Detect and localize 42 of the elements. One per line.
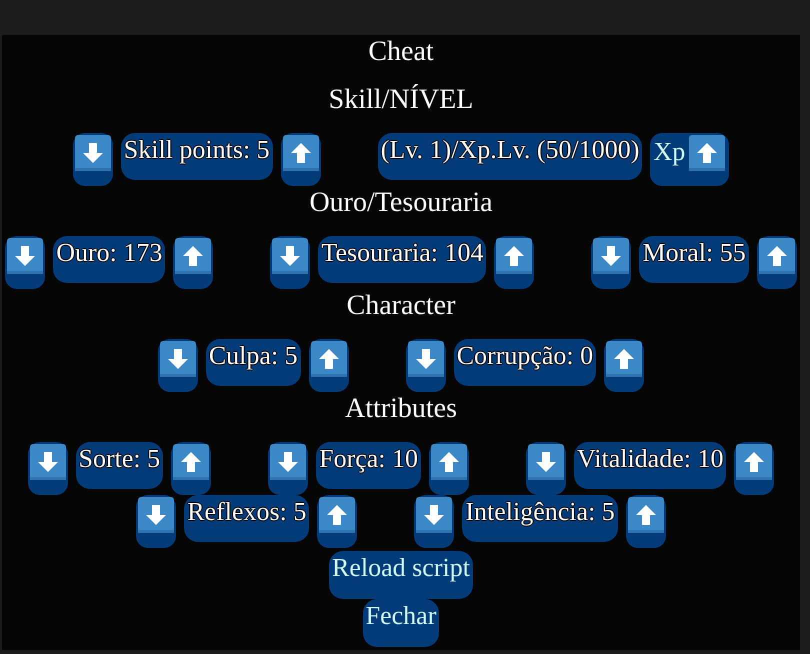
stat-value-label: Força: 10 [316, 442, 422, 489]
decrease-button[interactable] [270, 236, 310, 289]
level-value-label: (Lv. 1)/Xp.Lv. (50/1000) [378, 133, 642, 180]
section-heading: Skill/NÍVEL [328, 83, 474, 117]
decrease-button[interactable] [591, 236, 632, 289]
increase-button[interactable] [734, 442, 774, 495]
decrease-button[interactable] [72, 133, 113, 186]
stat-value-label: Inteligência: 5 [462, 495, 618, 542]
increase-button[interactable] [317, 495, 358, 548]
stat-value-label: Moral: 55 [639, 236, 749, 283]
decrease-button[interactable] [268, 442, 308, 495]
increase-button[interactable] [604, 339, 644, 392]
increase-button[interactable] [171, 442, 212, 495]
section-heading: Attributes [345, 392, 457, 426]
action-button[interactable]: Fechar [362, 599, 440, 647]
dialog-title: Cheat [368, 35, 434, 69]
increase-button[interactable] [429, 442, 470, 495]
stat-value-label: Tesouraria: 104 [318, 236, 486, 283]
section-heading: Character [346, 289, 456, 323]
decrease-button[interactable] [28, 442, 68, 495]
increase-button[interactable] [280, 133, 321, 186]
stat-value-label: Skill points: 5 [120, 133, 273, 180]
xp-button[interactable]: Xp [650, 133, 730, 186]
increase-button[interactable] [308, 339, 349, 392]
stat-value-label: Ouro: 173 [53, 236, 166, 283]
decrease-button[interactable] [158, 339, 198, 392]
action-button[interactable]: Reload script [329, 551, 473, 599]
decrease-button[interactable] [406, 339, 446, 392]
decrease-button[interactable] [526, 442, 566, 495]
increase-button[interactable] [494, 236, 534, 289]
decrease-button[interactable] [5, 236, 46, 289]
stat-value-label: Sorte: 5 [76, 442, 164, 489]
increase-button[interactable] [756, 236, 797, 289]
stat-value-label: Reflexos: 5 [184, 495, 310, 542]
stat-value-label: Corrupção: 0 [454, 339, 596, 386]
section-heading: Ouro/Tesouraria [309, 186, 493, 220]
increase-button[interactable] [626, 495, 666, 548]
decrease-button[interactable] [136, 495, 176, 548]
increase-button[interactable] [173, 236, 214, 289]
stat-value-label: Culpa: 5 [206, 339, 301, 386]
stat-value-label: Vitalidade: 10 [574, 442, 726, 489]
decrease-button[interactable] [414, 495, 454, 548]
